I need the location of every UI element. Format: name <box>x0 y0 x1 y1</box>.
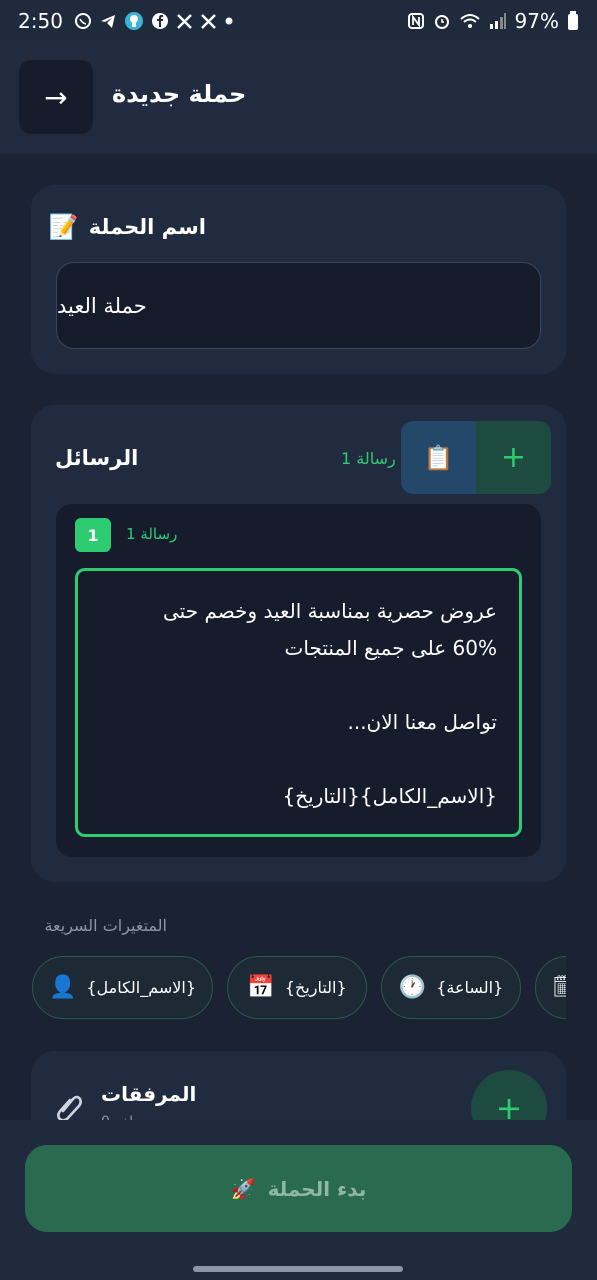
quick-vars-chips: {الاسم_الكامل} 👤 {التاريخ} 📅 {الساعة} 🕐 … <box>31 955 566 1021</box>
message-number-badge: 1 <box>75 518 111 552</box>
calendar-more-icon: 🗓 <box>552 975 566 1000</box>
facebook-icon <box>151 12 169 30</box>
app-bar: → حملة جديدة <box>0 42 597 154</box>
dot-icon <box>224 16 234 26</box>
alarm-icon <box>433 12 451 30</box>
campaign-name-label-row: اسم الحملة 📝 <box>49 213 206 241</box>
chip-more[interactable]: 🗓 <box>535 956 566 1019</box>
message-count: رسالة 1 <box>341 449 396 468</box>
status-bar: 2:50 97% <box>0 0 597 42</box>
clipboard-icon: 📋 <box>423 443 454 472</box>
bottom-bar: بدء الحملة 🚀 <box>0 1120 597 1280</box>
message-item-label: رسالة 1 <box>126 525 178 543</box>
chip-date[interactable]: {التاريخ} 📅 <box>227 956 367 1019</box>
quick-vars-title: المتغيرات السريعة <box>44 916 167 935</box>
bulb-icon <box>124 11 144 31</box>
status-time: 2:50 <box>18 9 63 33</box>
battery-percent: 97% <box>514 9 559 33</box>
chip-date-label: {التاريخ} <box>284 978 347 997</box>
battery-icon <box>567 11 579 31</box>
plus-icon: + <box>500 440 527 475</box>
calendar-icon: 📅 <box>247 975 275 1000</box>
campaign-name-label: اسم الحملة <box>88 215 206 239</box>
chip-full-name-label: {الاسم_الكامل} <box>86 978 197 997</box>
add-message-button[interactable]: + <box>476 421 551 494</box>
clock-icon: 🕐 <box>398 975 427 1000</box>
chip-time-label: {الساعة} <box>436 978 504 997</box>
campaign-name-card: اسم الحملة 📝 حملة العيد <box>31 185 566 374</box>
memo-icon: 📝 <box>48 213 79 241</box>
chip-time[interactable]: {الساعة} 🕐 <box>381 956 521 1019</box>
signal-icon <box>489 12 507 30</box>
rocket-icon: 🚀 <box>230 1176 256 1201</box>
home-indicator[interactable] <box>193 1266 403 1272</box>
user-icon: 👤 <box>48 975 77 1000</box>
start-campaign-button[interactable]: بدء الحملة 🚀 <box>25 1145 572 1232</box>
campaign-name-input[interactable]: حملة العيد <box>56 262 541 349</box>
back-button[interactable]: → <box>19 60 93 134</box>
message-text-area[interactable]: عروض حصرية بمناسبة العيد وخصم حتى 60% عل… <box>75 568 522 837</box>
wifi-icon <box>459 12 481 30</box>
telegram-icon <box>99 12 117 30</box>
whatsapp-icon <box>74 12 92 30</box>
start-campaign-label: بدء الحملة <box>267 1176 367 1201</box>
attachments-title: المرفقات <box>101 1082 197 1106</box>
templates-button[interactable]: 📋 <box>401 421 476 494</box>
nfc-icon <box>407 12 425 30</box>
messages-title: الرسائل <box>55 446 139 470</box>
chip-full-name[interactable]: {الاسم_الكامل} 👤 <box>32 956 213 1019</box>
x-icon <box>176 13 193 30</box>
x-icon <box>200 13 217 30</box>
message-item: 1 رسالة 1 عروض حصرية بمناسبة العيد وخصم … <box>56 504 541 857</box>
messages-card: الرسائل رسالة 1 📋 + 1 رسالة 1 عروض حصرية… <box>31 405 566 882</box>
page-title: حملة جديدة <box>112 80 247 108</box>
